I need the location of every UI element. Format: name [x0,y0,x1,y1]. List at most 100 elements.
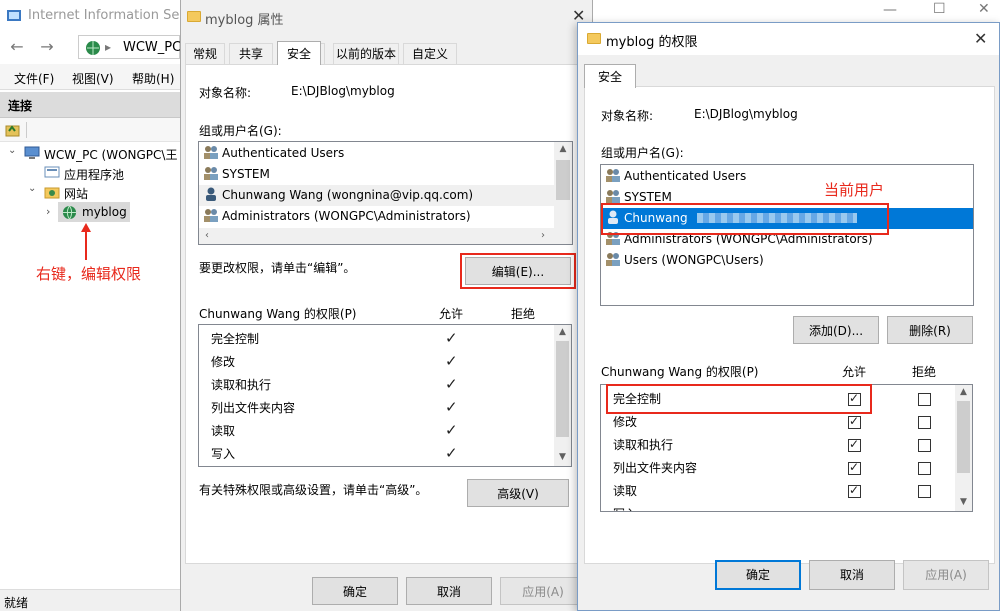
deny-read-checkbox[interactable] [918,485,931,498]
deny-modify-checkbox[interactable] [918,416,931,429]
scroll-thumb[interactable] [957,401,970,473]
permission-row: 读取和执行 [613,438,674,452]
tree-site-myblog[interactable]: myblog [82,205,127,219]
menu-view[interactable]: 视图(V) [72,70,114,87]
permission-row: 完全控制 [211,332,260,346]
edit-hint: 要更改权限，请单击“编辑”。 [199,261,356,275]
deny-list-folder-checkbox[interactable] [918,462,931,475]
list-item[interactable]: Users (WONGPC\Users) [605,250,764,271]
iis-address-bar[interactable]: ▸ WCW_PC [78,35,181,59]
group-icon [204,167,218,180]
tab-general[interactable]: 常规 [185,43,225,65]
ok-button[interactable]: 确定 [715,560,801,590]
list-item[interactable]: Administrators (WONGPC\Administrators) [203,206,471,227]
list-item[interactable]: Authenticated Users [203,143,344,164]
user-name: Authenticated Users [222,146,345,160]
cancel-button[interactable]: 取消 [809,560,895,590]
group-icon [204,209,218,222]
properties-dialog: myblog 属性 ✕ 常规 共享 安全 以前的版本 自定义 安全 对象名称: … [180,0,593,611]
scroll-right-icon[interactable]: › [537,230,549,241]
permissions-dialog: myblog 的权限 ✕ 安全 对象名称: E:\DJBlog\myblog 组… [577,22,1000,611]
allow-list-folder-checkbox[interactable] [848,460,861,475]
tab-security[interactable]: 安全 [584,64,636,88]
forward-arrow-icon[interactable]: → [36,36,58,58]
user-list-scrollbar[interactable]: ▲ [554,142,572,228]
scroll-down-icon[interactable]: ▼ [955,497,972,507]
connections-header: 连接 [0,92,180,118]
permission-row: 修改 [211,355,236,369]
advanced-button[interactable]: 高级(V) [467,479,569,507]
back-arrow-icon[interactable]: ← [6,36,28,58]
cancel-button[interactable]: 取消 [406,577,492,605]
object-name-label: 对象名称: [601,109,654,123]
list-item[interactable]: Authenticated Users [605,166,746,187]
menu-file[interactable]: 文件(F) [14,70,54,87]
scroll-down-icon[interactable]: ▼ [554,452,571,462]
tab-sharing[interactable]: 共享 [229,43,273,65]
deny-full-control-checkbox[interactable] [918,393,931,406]
permission-scrollbar[interactable]: ▲ ▼ [554,325,571,466]
apply-button[interactable]: 应用(A) [903,560,989,590]
scroll-up-icon[interactable]: ▲ [955,387,972,397]
permission-row: 修改 [613,415,638,429]
allow-modify-checkbox[interactable] [848,414,861,429]
chevron-right-icon: ▸ [105,40,112,54]
user-name: Users (WONGPC\Users) [624,253,764,267]
allow-read-checkbox[interactable] [848,483,861,498]
user-list[interactable]: Authenticated Users SYSTEM Chunwang Admi… [600,164,974,306]
tree-sites[interactable]: 网站 [64,185,88,202]
tree-server[interactable]: WCW_PC (WONGPC\王 [44,146,177,163]
connect-icon[interactable] [5,122,21,138]
ok-button[interactable]: 确定 [312,577,398,605]
scroll-up-icon[interactable]: ▲ [554,144,572,154]
close-icon[interactable]: ✕ [978,1,990,17]
iis-menubar: 文件(F) 视图(V) 帮助(H) [0,64,180,90]
scroll-left-icon[interactable]: ‹ [201,230,213,241]
add-button[interactable]: 添加(D)... [793,316,879,344]
tab-customize[interactable]: 自定义 [403,43,457,65]
allow-check-icon: ✓ [445,444,458,462]
permission-row: 列出文件夹内容 [211,401,296,415]
list-item[interactable]: Chunwang Wang (wongnina@vip.qq.com) [199,185,554,206]
group-label: 组或用户名(G): [601,146,684,160]
edit-button[interactable]: 编辑(E)... [465,257,571,285]
allow-read-execute-checkbox[interactable] [848,437,861,452]
annotation-box [606,384,872,414]
iis-window-title: Internet Information Serv [28,8,193,23]
user-name: Chunwang Wang (wongnina@vip.qq.com) [222,188,474,202]
iis-manager-window: Internet Information Serv ← → ▸ WCW_PC 文… [0,0,192,611]
allow-check-icon: ✓ [445,352,458,370]
tree-app-pools[interactable]: 应用程序池 [64,166,124,183]
user-list[interactable]: Authenticated Users SYSTEM Chunwang Wang… [198,141,573,245]
scroll-thumb[interactable] [556,160,570,200]
properties-title: myblog 属性 [205,13,284,28]
permission-list: 完全控制 修改 读取和执行 列出文件夹内容 读取 写入 ✓ ✓ ✓ ✓ ✓ ✓ … [198,324,572,467]
tab-previous-versions[interactable]: 以前的版本 [333,43,399,65]
site-globe-icon [62,205,77,220]
expand-sites-icon[interactable]: ⌄ [28,183,36,194]
user-list-hscrollbar[interactable]: ‹ › [199,228,572,244]
iis-statusbar: 就绪 [0,589,180,611]
scroll-up-icon[interactable]: ▲ [554,327,571,337]
allow-check-icon: ✓ [445,329,458,347]
close-icon[interactable]: ✕ [974,29,987,48]
properties-tabs: 常规 共享 安全 以前的版本 自定义 [185,43,585,65]
minimize-icon[interactable]: — [883,2,897,18]
group-icon [606,169,620,182]
menu-help[interactable]: 帮助(H) [132,70,174,87]
expand-server-icon[interactable]: ⌄ [8,145,16,156]
list-item[interactable]: SYSTEM [203,164,270,185]
remove-button[interactable]: 删除(R) [887,316,973,344]
iis-app-icon [7,10,21,21]
permission-scrollbar[interactable]: ▲ ▼ [955,385,972,511]
tab-security-active[interactable]: 安全 [277,41,321,65]
user-name: SYSTEM [624,190,672,204]
scroll-thumb[interactable] [556,341,569,437]
apply-button[interactable]: 应用(A) [500,577,586,605]
annotation-right-click: 右键，编辑权限 [36,265,142,283]
background-window-titlebar: — ☐ ✕ [593,0,1000,22]
iis-titlebar: Internet Information Serv [0,0,192,32]
collapse-site-icon[interactable]: › [46,205,50,218]
maximize-icon[interactable]: ☐ [933,1,946,17]
deny-read-execute-checkbox[interactable] [918,439,931,452]
